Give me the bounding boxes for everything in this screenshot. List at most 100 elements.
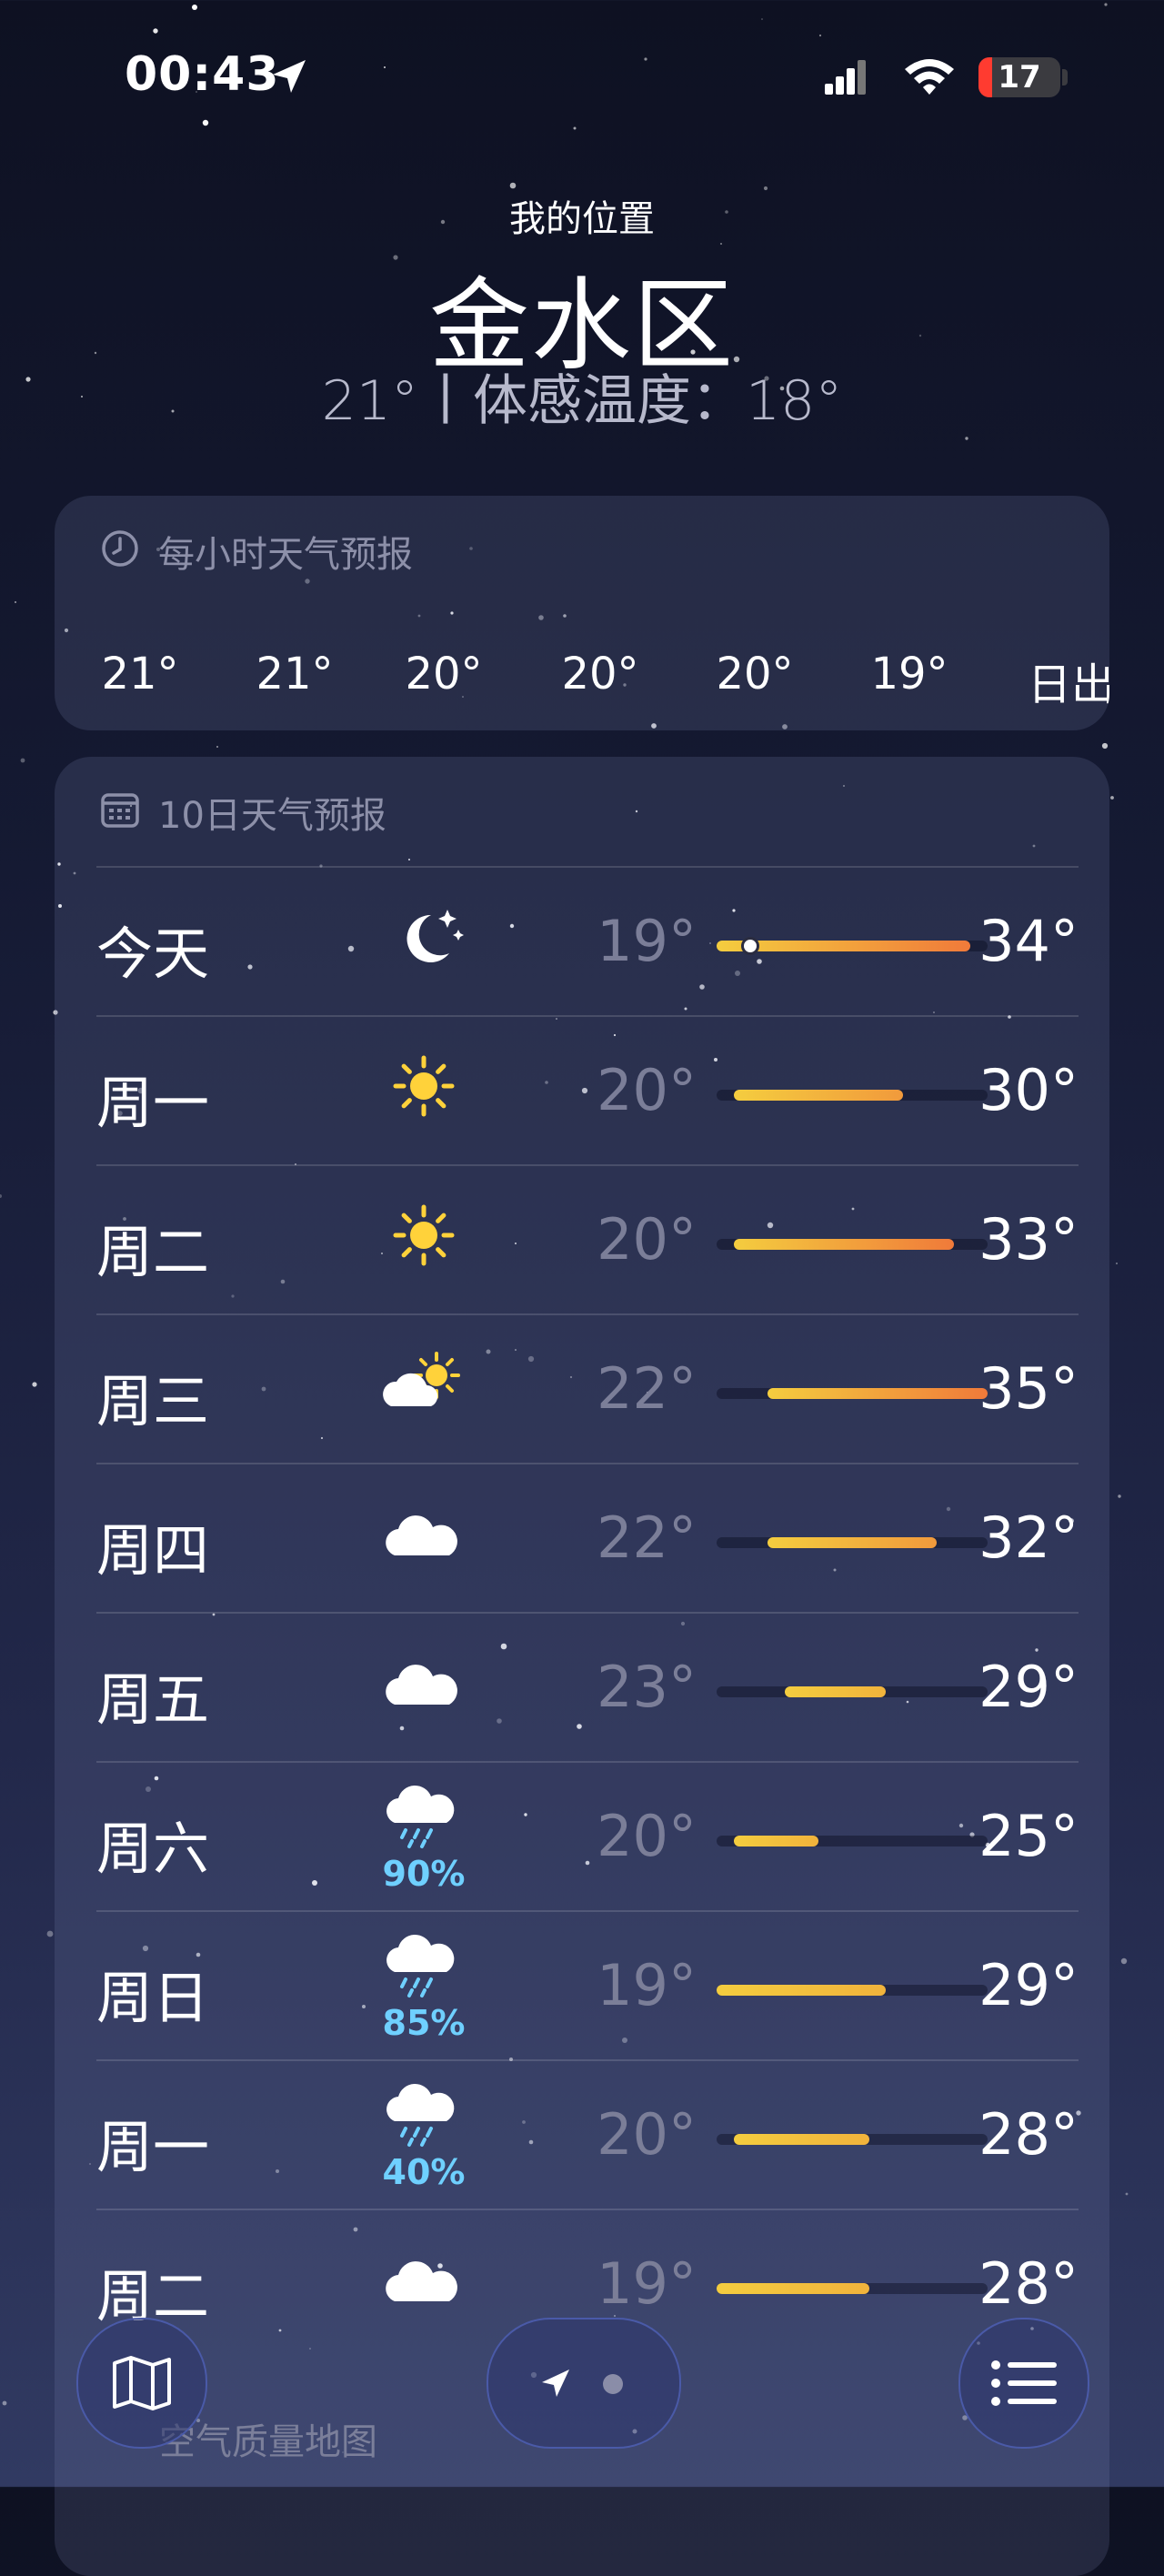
rain-cloud-icon xyxy=(386,2083,455,2147)
high-temp: 29° xyxy=(978,1952,1079,2018)
hourly-forecast-card[interactable]: 每小时天气预报 21° 21° 20° 20° 20° 19° 日出 xyxy=(55,496,1109,730)
day-name: 周四 xyxy=(96,1517,210,1584)
location-pager[interactable] xyxy=(487,2318,681,2449)
star xyxy=(14,600,17,604)
high-temp: 29° xyxy=(978,1654,1079,1720)
day-row[interactable]: 周一 20° 30° xyxy=(96,1015,1079,1166)
partly-sunny-icon xyxy=(383,1352,460,1406)
wifi-icon xyxy=(905,59,954,95)
cloud-icon xyxy=(386,2261,457,2301)
high-temp: 33° xyxy=(978,1206,1079,1273)
low-temp: 19° xyxy=(597,908,697,974)
signal-icon xyxy=(825,60,866,95)
high-temp: 34° xyxy=(978,908,1079,974)
precipitation-chance: 40% xyxy=(382,2152,466,2192)
day-row[interactable]: 周日 85% 19° 29° xyxy=(96,1910,1079,2061)
star xyxy=(509,182,517,189)
temp-range-bar xyxy=(733,2134,869,2145)
status-time: 00:43 xyxy=(125,47,280,102)
hourly-temp: 20° xyxy=(561,649,639,699)
low-temp: 20° xyxy=(597,1057,697,1123)
star xyxy=(1120,1957,1128,1965)
high-temp: 28° xyxy=(978,2250,1079,2317)
temp-range-bar xyxy=(733,1090,903,1101)
high-temp: 32° xyxy=(978,1504,1079,1571)
current-temperature: 21°丨体感温度：18° xyxy=(321,369,843,433)
battery-tip xyxy=(1062,69,1068,86)
temp-range-bar xyxy=(733,1836,818,1846)
day-row[interactable]: 周二 20° 33° xyxy=(96,1164,1079,1315)
low-temp: 22° xyxy=(597,1504,697,1571)
sun-icon xyxy=(393,1055,455,1117)
ten-day-forecast-card[interactable]: 10日天气预报 今天 19° 34° 周一 20° 30° 周二 20° 33° 周三 22° 35°… xyxy=(55,757,1109,2576)
day-name: 周六 xyxy=(96,1816,210,1882)
precipitation-chance: 85% xyxy=(382,2003,466,2043)
day-row[interactable]: 周四 22° 32° xyxy=(96,1463,1079,1614)
low-temp: 20° xyxy=(597,1206,697,1273)
star xyxy=(1101,742,1109,750)
star xyxy=(1118,1494,1121,1498)
day-name: 周一 xyxy=(96,1070,210,1136)
day-row[interactable]: 周一 40% 20° 28° xyxy=(96,2059,1079,2210)
high-temp: 35° xyxy=(978,1355,1079,1422)
star xyxy=(32,1382,37,1387)
star xyxy=(46,1930,54,1937)
day-name: 周一 xyxy=(96,2114,210,2180)
temp-range-bar xyxy=(784,1686,887,1697)
hourly-temp: 21° xyxy=(101,649,179,699)
location-arrow-icon xyxy=(273,60,306,93)
star xyxy=(965,437,968,440)
moon-stars-icon xyxy=(406,910,464,962)
star xyxy=(1110,796,1114,800)
day-name: 周五 xyxy=(96,1666,210,1733)
high-temp: 25° xyxy=(978,1803,1079,1869)
high-temp: 30° xyxy=(978,1057,1079,1123)
low-temp: 23° xyxy=(597,1654,697,1720)
day-name: 周三 xyxy=(96,1368,210,1434)
clock-icon xyxy=(102,530,138,567)
star xyxy=(20,758,25,763)
temp-range-bar xyxy=(717,1985,887,1996)
hourly-forecast-title: 每小时天气预报 xyxy=(158,534,413,576)
day-row[interactable]: 周五 23° 29° xyxy=(96,1612,1079,1763)
rain-cloud-icon xyxy=(386,1785,455,1848)
cloud-icon xyxy=(386,1665,457,1705)
battery-percent: 17 xyxy=(998,59,1041,96)
high-temp: 28° xyxy=(978,2101,1079,2168)
hourly-temp: 日出 xyxy=(1027,659,1109,710)
day-row[interactable]: 今天 19° 34° xyxy=(96,866,1079,1017)
map-icon xyxy=(113,2356,171,2410)
star xyxy=(1116,1263,1118,1264)
low-temp: 20° xyxy=(597,1803,697,1869)
hourly-temp: 19° xyxy=(870,649,948,699)
low-temp: 19° xyxy=(597,1952,697,2018)
low-temp: 19° xyxy=(597,2250,697,2317)
hourly-temp: 20° xyxy=(716,649,794,699)
current-temp-dot xyxy=(741,937,760,955)
city-list-button[interactable] xyxy=(958,2318,1089,2449)
page-dot-icon xyxy=(603,2374,623,2394)
hourly-temp: 21° xyxy=(256,649,334,699)
list-icon xyxy=(991,2360,1057,2406)
day-row[interactable]: 周六 90% 20° 25° xyxy=(96,1761,1079,1912)
star xyxy=(2,2400,7,2406)
hourly-temp: 20° xyxy=(405,649,483,699)
low-temp: 20° xyxy=(597,2101,697,2168)
location-label: 我的位置 xyxy=(509,198,655,240)
hourly-items: 21° 21° 20° 20° 20° 19° 日出 xyxy=(55,649,1109,710)
day-name: 今天 xyxy=(96,921,210,987)
sun-icon xyxy=(393,1204,455,1266)
ten-day-forecast-title: 10日天气预报 xyxy=(158,795,386,837)
star xyxy=(0,1194,2,1198)
status-bar: 00:43 17 xyxy=(0,0,1164,155)
star xyxy=(216,746,218,748)
star xyxy=(1125,2192,1129,2196)
rain-cloud-icon xyxy=(386,1934,455,1997)
battery-icon: 17 xyxy=(978,57,1060,97)
day-name: 周二 xyxy=(96,1219,210,1285)
location-arrow-icon xyxy=(542,2370,569,2397)
cloud-icon xyxy=(386,1515,457,1555)
low-temp: 22° xyxy=(597,1355,697,1422)
day-row[interactable]: 周三 22° 35° xyxy=(96,1313,1079,1464)
map-button[interactable] xyxy=(76,2318,207,2449)
